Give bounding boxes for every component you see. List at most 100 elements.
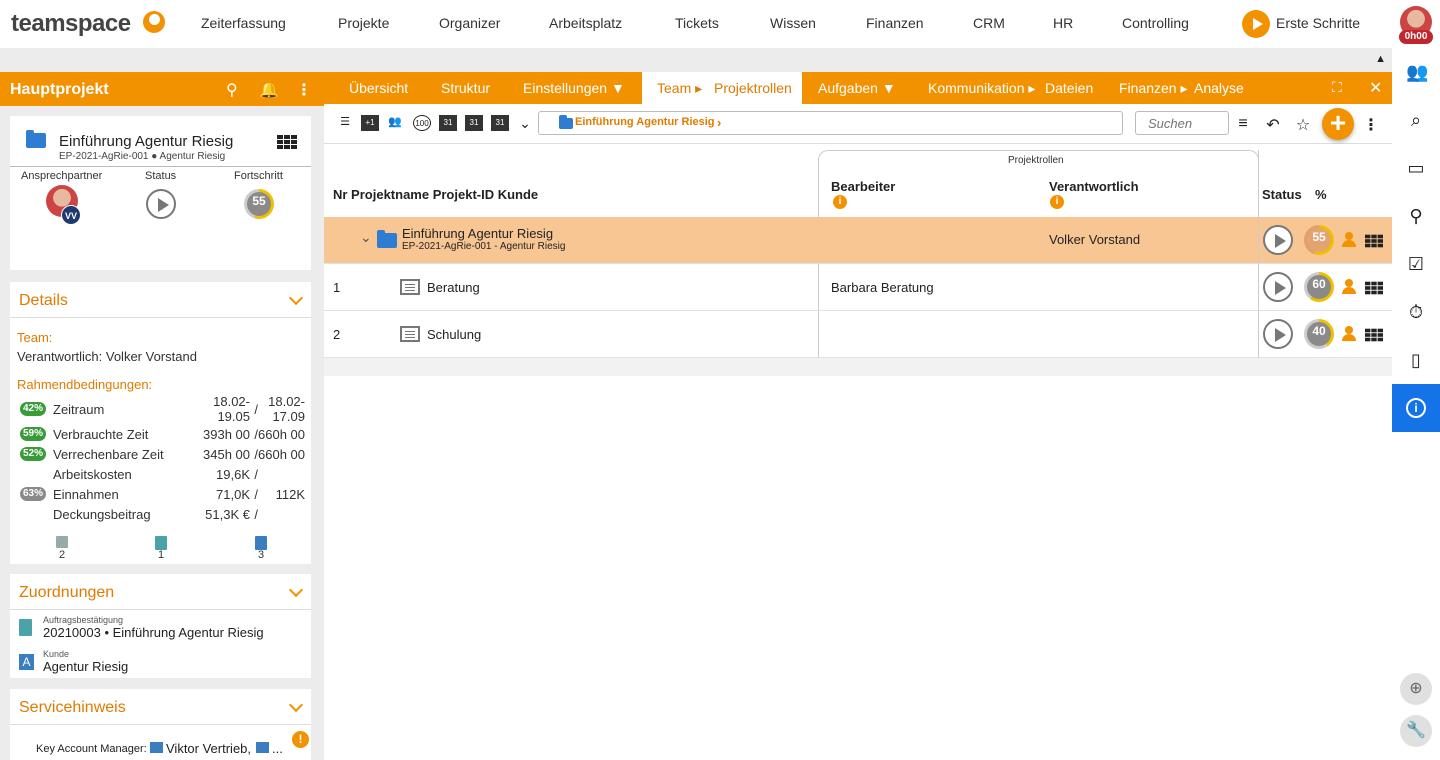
progress-ring[interactable]: 55 (244, 189, 274, 219)
tab-dateien[interactable]: Dateien (1045, 80, 1093, 96)
star-icon[interactable]: ☆ (1294, 115, 1312, 134)
tab-struktur[interactable]: Struktur (441, 80, 490, 96)
add-button[interactable]: + (1322, 108, 1354, 140)
chevron-down-icon[interactable]: ⌄ (516, 115, 534, 131)
header-status[interactable]: Status (1262, 187, 1302, 202)
row-name[interactable]: Beratung (427, 280, 480, 295)
status-play-icon[interactable] (1263, 272, 1293, 302)
service-more[interactable]: ... (272, 741, 283, 756)
row-name[interactable]: Schulung (427, 327, 481, 342)
tab-einstellungen[interactable]: Einstellungen ▼ (523, 80, 625, 96)
search-input[interactable] (1135, 111, 1229, 135)
filter-icon[interactable]: ≡ (1234, 115, 1252, 132)
header-left[interactable]: Nr Projektname Projekt-ID Kunde (333, 187, 538, 202)
calendar-icon[interactable]: 31 (439, 115, 457, 131)
nav-projekte[interactable]: Projekte (338, 15, 389, 31)
percent-icon[interactable]: 100 (413, 115, 431, 131)
tab-team[interactable]: Team ▸ (657, 80, 702, 97)
contacts-icon[interactable]: 👥 (1406, 62, 1428, 82)
details-title[interactable]: Details (19, 292, 68, 310)
person-icon[interactable] (1341, 279, 1357, 295)
nav-controlling[interactable]: Controlling (1122, 15, 1189, 31)
project-name[interactable]: Einführung Agentur Riesig (59, 133, 233, 150)
warning-icon[interactable]: ! (292, 731, 309, 748)
more-vert-icon[interactable]: ⋮ (296, 80, 312, 100)
order-icon[interactable] (155, 536, 167, 550)
bell-icon[interactable]: 🔔 (259, 80, 279, 100)
nav-organizer[interactable]: Organizer (439, 15, 500, 31)
nav-arbeitsplatz[interactable]: Arbeitsplatz (549, 15, 622, 31)
person-icon[interactable] (1341, 326, 1357, 342)
erste-schritte-link[interactable]: Erste Schritte (1276, 15, 1360, 31)
info-panel-button[interactable]: i (1392, 384, 1440, 432)
table-row[interactable]: 2 Schulung 40 (324, 311, 1392, 358)
chevron-down-icon[interactable] (288, 697, 304, 713)
status-play-icon[interactable] (1263, 319, 1293, 349)
breadcrumb-item[interactable]: Einführung Agentur Riesig (575, 116, 715, 128)
close-icon[interactable]: ✕ (1369, 78, 1382, 98)
apps-grid-icon[interactable] (1365, 328, 1383, 342)
service-title[interactable]: Servicehinweis (19, 699, 126, 717)
chevron-down-icon[interactable]: ⌄ (360, 229, 372, 246)
zuordnungen-title[interactable]: Zuordnungen (19, 584, 114, 602)
tab-projektrollen[interactable]: Projektrollen (714, 80, 792, 96)
play-icon[interactable] (1242, 10, 1270, 38)
document-icon[interactable] (56, 536, 68, 548)
chevron-down-icon[interactable] (288, 582, 304, 598)
customer-value[interactable]: Agentur Riesig (43, 659, 128, 674)
tab-analyse[interactable]: Analyse (1194, 80, 1244, 96)
tab-kommunikation[interactable]: Kommunikation ▸ (928, 80, 1035, 97)
inbox-icon[interactable]: ▭ (1406, 158, 1426, 178)
team-icon[interactable]: 👥 (386, 115, 404, 131)
nav-wissen[interactable]: Wissen (770, 15, 816, 31)
chevron-down-icon[interactable] (288, 290, 304, 306)
status-play-icon[interactable] (1263, 225, 1293, 255)
nav-crm[interactable]: CRM (973, 15, 1005, 31)
info-icon[interactable]: i (1050, 195, 1064, 209)
service-value[interactable]: Viktor Vertrieb, (166, 741, 251, 756)
tab-uebersicht[interactable]: Übersicht (349, 80, 408, 96)
tab-finanzen[interactable]: Finanzen ▸ (1119, 80, 1188, 97)
breadcrumb[interactable]: Einführung Agentur Riesig › (538, 111, 1123, 135)
status-play-icon[interactable] (146, 189, 176, 219)
progress-ring[interactable]: 55 (1304, 225, 1334, 255)
progress-ring[interactable]: 60 (1304, 272, 1334, 302)
more-vert-icon[interactable]: ⋮ (1362, 115, 1380, 134)
apps-grid-icon[interactable] (277, 135, 297, 149)
tab-aufgaben[interactable]: Aufgaben ▼ (818, 80, 896, 96)
header-percent[interactable]: % (1315, 187, 1327, 202)
stopwatch-icon[interactable]: ⏱ (1406, 302, 1426, 322)
calendar-icon[interactable]: 31 (465, 115, 483, 131)
nav-hr[interactable]: HR (1053, 15, 1073, 31)
nav-zeiterfassung[interactable]: Zeiterfassung (201, 15, 286, 31)
header-bearbeiter[interactable]: Bearbeiter (831, 179, 895, 194)
logo[interactable]: teamspace (11, 10, 131, 38)
info-icon[interactable]: i (833, 195, 847, 209)
pin-icon[interactable]: ⚲ (1406, 206, 1426, 226)
order-value[interactable]: 20210003 • Einführung Agentur Riesig (43, 625, 264, 640)
apps-grid-icon[interactable] (1365, 234, 1383, 248)
table-row[interactable]: ⌄ Einführung Agentur Riesig EP-2021-AgRi… (324, 217, 1392, 264)
search-icon[interactable]: ⌕ (1406, 110, 1426, 130)
progress-ring[interactable]: 40 (1304, 319, 1334, 349)
wrench-icon[interactable]: 🔧 (1400, 715, 1432, 747)
nav-finanzen[interactable]: Finanzen (866, 15, 924, 31)
list-view-icon[interactable]: ☰ (336, 115, 354, 131)
person-icon[interactable] (1341, 232, 1357, 248)
calendar-icon[interactable]: 31 (491, 115, 509, 131)
nav-tickets[interactable]: Tickets (675, 15, 719, 31)
table-row[interactable]: 1 Beratung Barbara Beratung 60 (324, 264, 1392, 311)
phone-icon[interactable]: ▯ (1406, 350, 1426, 370)
collapse-up-icon[interactable]: ▲ (1375, 53, 1386, 65)
time-badge[interactable]: 0h00 (1399, 30, 1433, 44)
undo-icon[interactable]: ↶ (1264, 115, 1282, 134)
checklist-icon[interactable]: ☑ (1406, 254, 1426, 274)
header-verantwortlich[interactable]: Verantwortlich (1049, 179, 1139, 194)
apps-grid-icon[interactable] (1365, 281, 1383, 295)
add-folder-icon[interactable]: +1 (361, 115, 379, 131)
invoice-icon[interactable] (255, 536, 267, 550)
pin-icon[interactable]: ⚲ (226, 80, 238, 100)
add-widget-icon[interactable]: ⊕ (1400, 673, 1432, 705)
row-name[interactable]: Einführung Agentur Riesig (402, 226, 553, 241)
fullscreen-icon[interactable]: ⛶ (1332, 79, 1342, 96)
